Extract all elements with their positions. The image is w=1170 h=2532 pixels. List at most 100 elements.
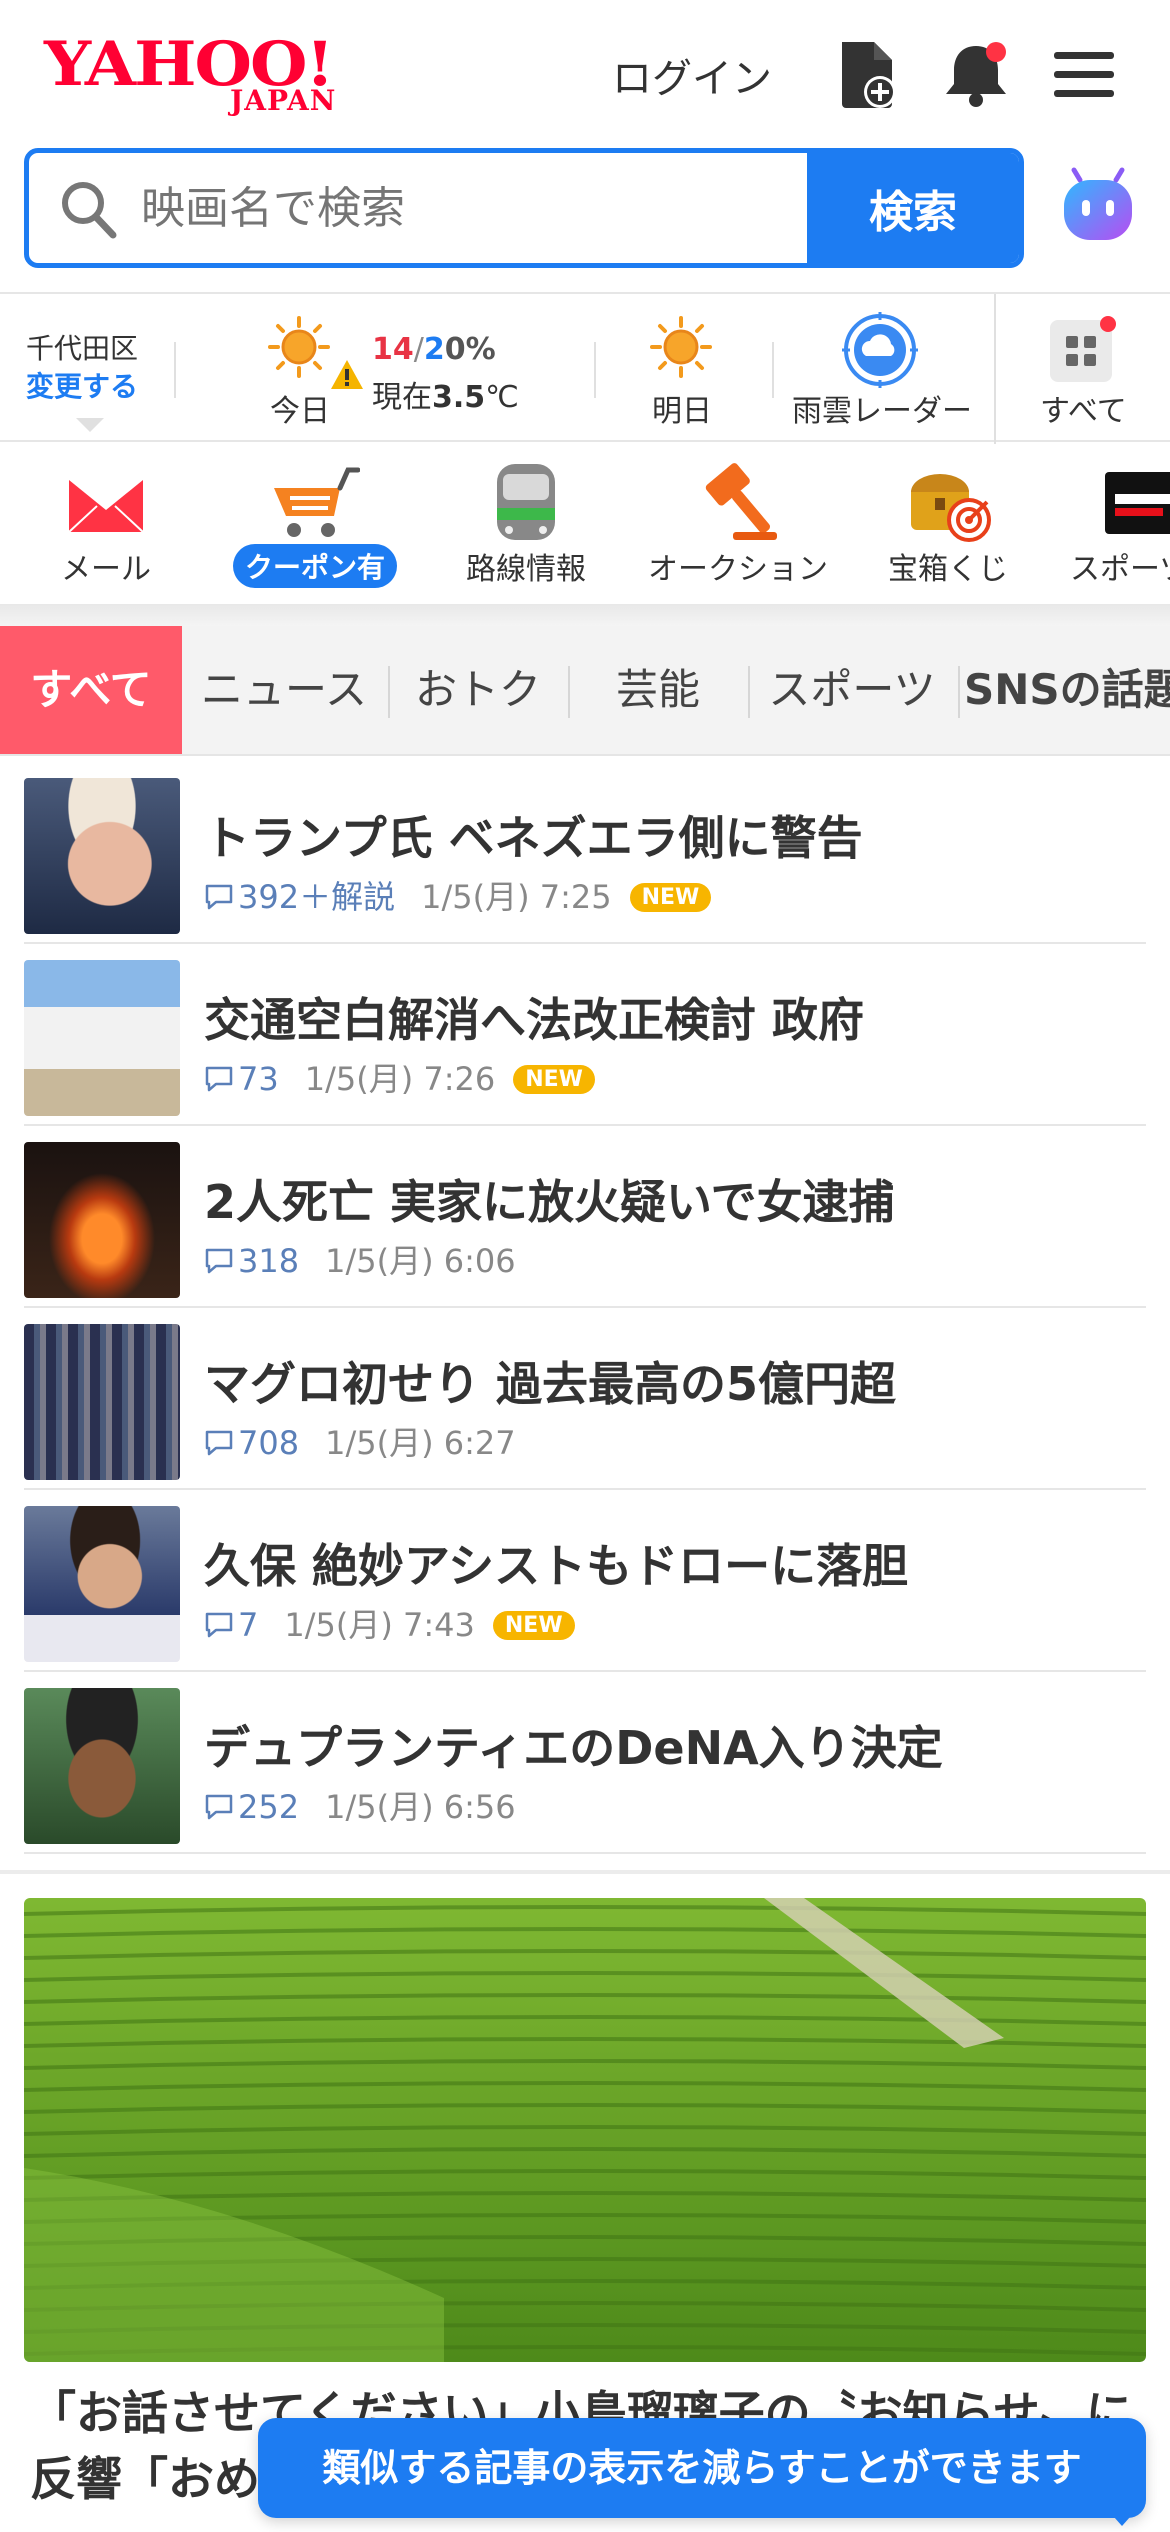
news-thumbnail: [24, 1688, 180, 1844]
ai-assistant-icon[interactable]: [1058, 166, 1138, 246]
weather-bar: 千代田区 変更する 今日 14/20% 現在3.5℃ 明日 雨雲レーダー すべて: [0, 292, 1170, 444]
news-meta: 73 1/5(月) 7:26 NEW: [204, 1054, 595, 1100]
news-thumbnail: [24, 960, 180, 1116]
news-date: 1/5(月) 7:25: [421, 878, 612, 916]
all-services-icon[interactable]: [1048, 316, 1116, 384]
news-date: 1/5(月) 7:26: [304, 1060, 496, 1098]
toast-pointer: [1106, 2508, 1138, 2526]
news-thumbnail: [24, 1324, 180, 1480]
service-auction[interactable]: オークション: [638, 442, 838, 604]
service-train[interactable]: 路線情報: [446, 442, 606, 604]
service-label: オークション: [648, 552, 828, 587]
section-divider: [0, 1870, 1170, 1874]
tab-news[interactable]: ニュース: [190, 626, 378, 754]
news-thumbnail: [24, 1506, 180, 1662]
sunny-icon-today: [268, 316, 330, 378]
rain-radar-icon[interactable]: [842, 312, 918, 388]
category-tabs: すべて ニュース おトク 芸能 スポーツ SNSの話題: [0, 626, 1170, 756]
sports-icon: [1105, 472, 1170, 534]
cart-icon: [274, 467, 360, 537]
tab-deals[interactable]: おトク: [388, 626, 568, 754]
news-item[interactable]: 交通空白解消へ法改正検討 政府 73 1/5(月) 7:26 NEW: [24, 944, 1146, 1126]
today-label: 今日: [270, 394, 330, 429]
service-sports[interactable]: スポーツ: [1060, 442, 1170, 604]
yahoo-japan-logo[interactable]: YAHOO! JAPAN: [44, 28, 364, 118]
tip-toast[interactable]: 類似する記事の表示を減らすことができます: [258, 2418, 1146, 2518]
comment-count: 392: [238, 878, 300, 916]
comment-count: 73: [238, 1060, 279, 1098]
service-mail[interactable]: メール: [26, 442, 186, 604]
weather-location[interactable]: 千代田区 変更する: [26, 330, 138, 406]
search-bar: 検索: [24, 148, 1024, 268]
service-shortcuts: メール クーポン有 路線情報 オークション 宝箱くじ スポー: [0, 442, 1170, 604]
news-headline: トランプ氏 ベネズエラ側に警告: [204, 811, 863, 865]
logo-sub: JAPAN: [230, 84, 337, 117]
tea-field-image: [24, 1898, 1146, 2362]
news-headline: 2人死亡 実家に放火疑いで女逮捕: [204, 1175, 895, 1229]
today-temperature: 14/20%: [372, 332, 496, 367]
news-thumbnail: [24, 778, 180, 934]
service-label: 宝箱くじ: [888, 552, 1008, 587]
news-meta: 7 1/5(月) 7:43 NEW: [204, 1600, 575, 1646]
news-date: 1/5(月) 6:06: [325, 1242, 516, 1280]
treasure-icon: [911, 474, 991, 542]
search-button[interactable]: 検索: [807, 153, 1019, 263]
news-meta: 252 1/5(月) 6:56: [204, 1782, 516, 1828]
comment-count: 7: [238, 1606, 259, 1644]
tab-sns[interactable]: SNSの話題: [964, 626, 1170, 754]
service-coupon[interactable]: クーポン有: [220, 442, 410, 604]
news-item[interactable]: 久保 絶妙アシストもドローに落胆 7 1/5(月) 7:43 NEW: [24, 1490, 1146, 1672]
comment-icon: [205, 1612, 233, 1638]
train-icon: [497, 464, 555, 540]
tab-sports[interactable]: スポーツ: [752, 626, 952, 754]
tab-divider: [748, 666, 750, 718]
sunny-icon-tomorrow: [650, 316, 712, 378]
news-meta: 392＋解説 1/5(月) 7:25 NEW: [204, 872, 712, 918]
comment-icon: [205, 1066, 233, 1092]
comment-count: 708: [238, 1424, 300, 1462]
hamburger-menu-icon[interactable]: [1052, 38, 1116, 110]
service-label: メール: [61, 552, 151, 587]
divider: [772, 342, 774, 398]
news-item[interactable]: デュプランティエのDeNA入り決定 252 1/5(月) 6:56: [24, 1672, 1146, 1854]
tab-all[interactable]: すべて: [0, 626, 182, 754]
notification-bell-icon[interactable]: [944, 38, 1008, 110]
mail-icon: [68, 480, 144, 533]
commentary-link[interactable]: ＋解説: [299, 878, 395, 916]
news-item[interactable]: 2人死亡 実家に放火疑いで女逮捕 318 1/5(月) 6:06: [24, 1126, 1146, 1308]
news-headline: デュプランティエのDeNA入り決定: [204, 1721, 943, 1775]
warning-icon[interactable]: [330, 358, 364, 392]
new-badge: NEW: [629, 883, 712, 912]
section-spacer: [0, 604, 1170, 626]
low-temp: 2: [423, 332, 445, 367]
news-meta: 708 1/5(月) 6:27: [204, 1418, 516, 1464]
divider: [174, 342, 176, 398]
news-headline: マグロ初せり 過去最高の5億円超: [204, 1357, 897, 1411]
feature-image[interactable]: [24, 1898, 1146, 2362]
news-item[interactable]: マグロ初せり 過去最高の5億円超 708 1/5(月) 6:27: [24, 1308, 1146, 1490]
divider: [594, 342, 596, 398]
current-temperature: 現在3.5℃: [372, 380, 519, 415]
tomorrow-label[interactable]: 明日: [652, 386, 712, 430]
news-meta: 318 1/5(月) 6:06: [204, 1236, 516, 1282]
add-document-icon[interactable]: [836, 38, 900, 110]
service-label: 路線情報: [466, 552, 586, 587]
all-services-label[interactable]: すべて: [1040, 386, 1127, 430]
service-label: スポーツ: [1070, 552, 1170, 587]
service-treasure[interactable]: 宝箱くじ: [868, 442, 1028, 604]
news-date: 1/5(月) 7:43: [284, 1606, 475, 1644]
login-link[interactable]: ログイン: [612, 46, 772, 104]
tab-divider: [958, 666, 960, 718]
news-date: 1/5(月) 6:56: [325, 1788, 516, 1826]
coupon-badge: クーポン有: [232, 544, 397, 588]
header: YAHOO! JAPAN ログイン: [0, 0, 1170, 148]
search-input[interactable]: [141, 153, 831, 263]
news-headline: 交通空白解消へ法改正検討 政府: [204, 993, 865, 1047]
area-name: 千代田区: [26, 332, 139, 365]
dropdown-caret-icon: [76, 418, 104, 432]
change-area-link[interactable]: 変更する: [26, 368, 138, 406]
news-item[interactable]: トランプ氏 ベネズエラ側に警告 392＋解説 1/5(月) 7:25 NEW: [24, 762, 1146, 944]
comment-icon: [205, 1430, 233, 1456]
rain-radar-label[interactable]: 雨雲レーダー: [792, 386, 972, 430]
tab-entertainment[interactable]: 芸能: [568, 626, 748, 754]
